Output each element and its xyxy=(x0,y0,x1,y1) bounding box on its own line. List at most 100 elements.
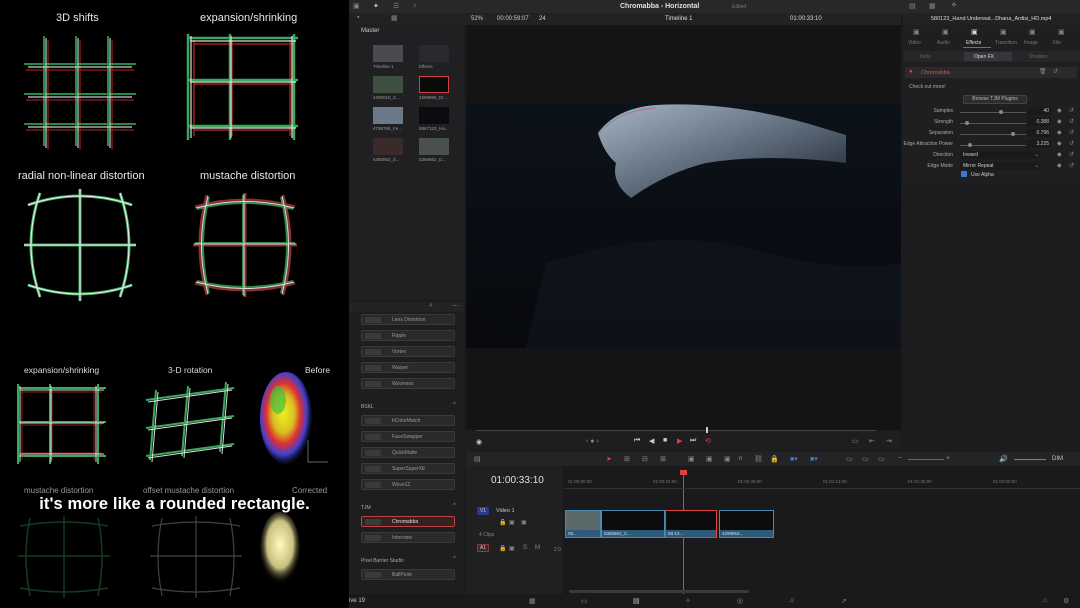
keyframe-icon[interactable]: ◆ xyxy=(1057,140,1062,147)
index-icon[interactable]: ☰ xyxy=(393,2,399,10)
dropdown-select[interactable]: Inward xyxy=(960,151,1040,159)
zoom-full-icon[interactable]: ▭ xyxy=(846,455,853,463)
param-value[interactable]: 0.388 xyxy=(1027,118,1051,126)
insert-clip-icon[interactable]: ▣ xyxy=(688,455,695,463)
media-thumbnail[interactable] xyxy=(419,45,449,62)
param-value[interactable]: 0.796 xyxy=(1027,129,1051,137)
param-slider-knob[interactable] xyxy=(967,143,972,147)
timeline-clip[interactable]: 4299853... xyxy=(719,510,774,538)
media-thumbnail[interactable] xyxy=(419,107,449,124)
reset-param-icon[interactable]: ↺ xyxy=(1069,118,1074,125)
track-v1-badge[interactable]: V1 xyxy=(477,507,489,515)
linked-selection-icon[interactable]: ⛓ xyxy=(754,455,763,463)
inspector-tab-label[interactable]: Audio xyxy=(937,40,950,46)
timeline-clip[interactable]: 5385862_C... xyxy=(601,510,665,538)
color-page-icon[interactable]: ◎ xyxy=(737,597,743,605)
selection-tool-icon[interactable]: ➤ xyxy=(606,455,612,463)
track-a1-badge[interactable]: A1 xyxy=(477,544,489,552)
keyframe-icon[interactable]: ◆ xyxy=(1057,118,1062,125)
browse-plugins-button[interactable]: Browse TJM Plugins xyxy=(963,95,1027,104)
zoom-out-icon[interactable]: − xyxy=(898,455,902,462)
search-icon[interactable]: ⌕ xyxy=(429,302,433,310)
inspector-subtab[interactable]: Tools xyxy=(919,54,931,60)
effect-item[interactable]: Warper xyxy=(361,362,455,373)
snapping-icon[interactable]: ∩ xyxy=(738,455,743,462)
inspector-tab-icon[interactable]: ▣ xyxy=(1058,28,1065,36)
param-slider-knob[interactable] xyxy=(964,121,969,125)
settings-icon[interactable]: ⚙ xyxy=(1063,597,1069,605)
inspector-subtab[interactable]: Open FX xyxy=(974,54,994,60)
out-point-icon[interactable]: ⇥ xyxy=(886,437,892,445)
inspector-tab-icon[interactable]: ▣ xyxy=(1029,28,1036,36)
media-thumbnail[interactable] xyxy=(373,45,403,62)
home-icon[interactable]: ⌂ xyxy=(1043,597,1047,604)
effect-header[interactable]: ● Chromabba 🗑 ↺ xyxy=(905,67,1077,78)
param-slider-track[interactable] xyxy=(960,134,1026,135)
position-lock-icon[interactable]: 🔒 xyxy=(770,455,779,463)
effect-item[interactable]: QuickMatte xyxy=(361,447,455,458)
media-thumbnail[interactable] xyxy=(373,76,403,93)
media-thumbnail[interactable] xyxy=(373,138,403,155)
inspector-tab-label[interactable]: Video xyxy=(908,40,921,46)
reset-param-icon[interactable]: ↺ xyxy=(1069,129,1074,136)
collapse-icon[interactable]: ^ xyxy=(453,402,456,408)
media-thumbnail[interactable] xyxy=(419,76,449,93)
inspector-subtab[interactable]: Shaders xyxy=(1029,54,1048,60)
overwrite-clip-icon[interactable]: ▣ xyxy=(706,455,713,463)
volume-icon[interactable]: 🔊 xyxy=(999,455,1008,463)
mixer-icon[interactable]: ▤ xyxy=(909,2,916,10)
track-lock-icon[interactable]: 🔒 xyxy=(499,519,506,526)
dropdown-select[interactable]: Mirror Repeat xyxy=(960,162,1040,170)
effect-item[interactable]: Ripple xyxy=(361,330,455,341)
effect-item[interactable]: Lens Distortion xyxy=(361,314,455,325)
inspector-tab-icon[interactable]: ▣ xyxy=(913,28,920,36)
effect-item[interactable]: Interview xyxy=(361,532,455,543)
timeline-name[interactable]: Timeline 1 xyxy=(665,16,692,22)
viewer-playhead[interactable] xyxy=(706,427,708,433)
audio-lock-icon[interactable]: 🔒 xyxy=(499,545,506,552)
dynamic-trim-icon[interactable]: ⊟ xyxy=(642,455,648,463)
effect-item[interactable]: BallPoint xyxy=(361,569,455,580)
keyframe-icon[interactable]: ◆ xyxy=(1057,129,1062,136)
reset-effect-icon[interactable]: ↺ xyxy=(1053,68,1058,75)
param-slider-track[interactable] xyxy=(960,112,1026,113)
zoom-level[interactable]: 52% xyxy=(471,16,483,22)
edit-page-icon[interactable]: ▤ xyxy=(633,597,640,605)
zoom-detail-icon[interactable]: ▭ xyxy=(862,455,869,463)
mute-icon[interactable]: M xyxy=(535,545,540,551)
playhead-handle[interactable] xyxy=(680,470,687,475)
effect-item[interactable]: bColorMatch xyxy=(361,415,455,426)
cut-page-icon[interactable]: ▭ xyxy=(581,597,588,605)
param-slider-knob[interactable] xyxy=(1010,132,1015,136)
timeline-clip[interactable]: 05... xyxy=(565,510,601,538)
param-value[interactable]: 3.225 xyxy=(1027,140,1051,148)
effect-item[interactable]: Vortex xyxy=(361,346,455,357)
flag-icon[interactable]: ■▾ xyxy=(790,455,798,463)
fusion-page-icon[interactable]: ✧ xyxy=(685,597,691,605)
collapse-icon[interactable]: ^ xyxy=(453,503,456,509)
timeline-options-icon[interactable]: ▤ xyxy=(474,455,481,463)
inspector-tab-label[interactable]: File xyxy=(1053,40,1061,46)
effect-enabled-dot[interactable]: ● xyxy=(909,69,913,75)
volume-slider[interactable] xyxy=(1014,459,1046,460)
param-slider-track[interactable] xyxy=(960,123,1026,124)
play-icon[interactable]: ▶ xyxy=(677,437,682,445)
effect-item[interactable]: Waviness xyxy=(361,378,455,389)
track-visibility-icon[interactable]: ▣ xyxy=(521,519,527,526)
go-to-end-icon[interactable]: ⏭ xyxy=(690,437,696,445)
collapse-icon[interactable]: ^ xyxy=(453,556,456,562)
inspector-tab-label[interactable]: Image xyxy=(1024,40,1038,46)
timeline-clip[interactable]: 58-12... xyxy=(665,510,717,538)
jog-control[interactable]: ‹ ● › xyxy=(586,438,599,445)
inspector-tab-label[interactable]: Effects xyxy=(966,40,981,46)
keyframe-icon[interactable]: ◆ xyxy=(1057,107,1062,114)
inspector-tab-icon[interactable]: ▣ xyxy=(1000,28,1007,36)
audio-auto-select-icon[interactable]: ▣ xyxy=(509,545,515,552)
inspector-tab-icon[interactable]: ▣ xyxy=(942,28,949,36)
param-value[interactable]: 40 xyxy=(1027,107,1051,115)
more-options-icon[interactable]: ⋯ xyxy=(452,302,459,310)
checkout-link[interactable]: Check out more! xyxy=(909,84,946,90)
dim-button[interactable]: DIM xyxy=(1052,456,1063,462)
delete-effect-icon[interactable]: 🗑 xyxy=(1039,68,1047,75)
effect-item[interactable]: Chromabba xyxy=(361,516,455,527)
